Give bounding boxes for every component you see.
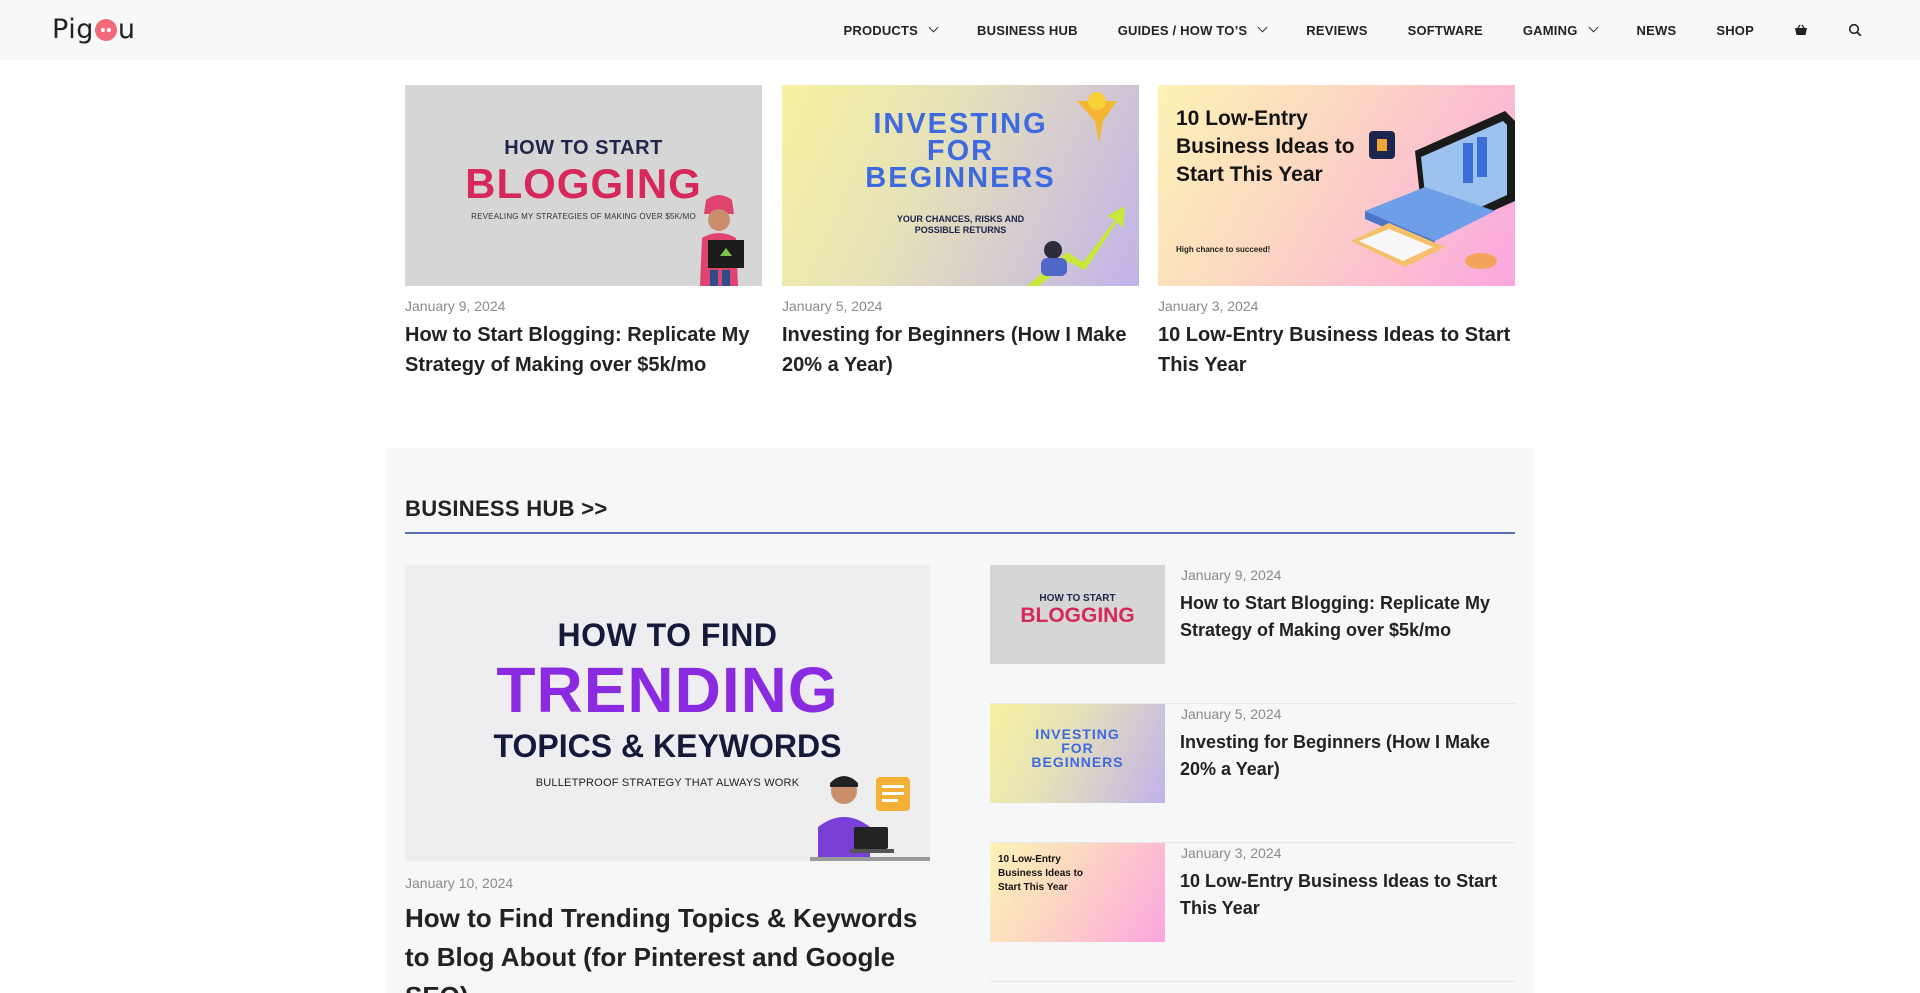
thumb-text: YOUR CHANCES, RISKS AND POSSIBLE RETURNS [896,214,1025,235]
thumb-text: BULLETPROOF STRATEGY THAT ALWAYS WORK [535,777,800,789]
nav-gaming-label: GAMING [1522,22,1578,38]
featured-post[interactable]: HOW TO FIND TRENDING TOPICS & KEYWORDS B… [405,565,930,993]
thumb-text: HOW TO START [1039,593,1116,604]
nav-gaming[interactable]: GAMING [1503,0,1617,60]
list-item[interactable]: INVESTING FOR BEGINNERS January 5, 2024 … [990,704,1515,843]
site-logo[interactable]: Pig u [52,12,135,46]
thumb-text: INVESTING FOR BEGINNERS [1031,725,1124,770]
nav-guides[interactable]: GUIDES / HOW TO’S [1098,0,1287,60]
post-card[interactable]: INVESTING FOR BEGINNERS YOUR CHANCES, RI… [782,85,1139,380]
section-heading-link[interactable]: BUSINESS HUB >> [405,496,608,522]
nav-reviews[interactable]: REVIEWS [1286,0,1387,60]
post-title-link[interactable]: 10 Low-Entry Business Ideas to Start Thi… [1180,868,1515,922]
post-list: HOW TO START BLOGGING January 9, 2024 Ho… [990,565,1515,982]
chevron-down-icon [928,22,939,32]
growth-arrow-illustration [1027,206,1125,286]
post-card[interactable]: 10 Low-Entry Business Ideas to Start Thi… [1158,85,1515,380]
logo-text-right: u [117,13,136,45]
thumb-text: INVESTING FOR BEGINNERS [865,108,1056,194]
section-divider [405,532,1515,534]
post-thumbnail[interactable]: HOW TO START BLOGGING REVEALING MY STRAT… [405,85,762,286]
post-thumbnail[interactable]: 10 Low-Entry Business Ideas to Start Thi… [1158,85,1515,286]
post-title-link[interactable]: How to Find Trending Topics & Keywords t… [405,899,930,993]
coin-tornado-illustration [1077,92,1117,143]
post-date: January 5, 2024 [1181,706,1282,722]
nav-products-label: PRODUCTS [843,22,919,38]
post-date: January 3, 2024 [1181,845,1282,861]
post-thumbnail[interactable]: HOW TO START BLOGGING [990,565,1165,664]
nav-shop[interactable]: SHOP [1696,0,1774,60]
post-title-link[interactable]: Investing for Beginners (How I Make 20% … [782,320,1139,380]
list-item[interactable]: 10 Low-Entry Business Ideas to Start Thi… [990,843,1515,982]
nav-business-hub-label: BUSINESS HUB [977,22,1078,38]
thumb-text: REVEALING MY STRATEGIES OF MAKING OVER $… [471,211,696,221]
thumb-text: TOPICS & KEYWORDS [493,728,842,764]
thumb-text: BLOGGING [465,159,702,207]
nav-news[interactable]: NEWS [1617,0,1697,60]
post-thumbnail[interactable]: 10 Low-Entry Business Ideas to Start Thi… [990,843,1165,942]
blogger-illustration [700,195,744,286]
thumb-text: 10 Low-Entry Business Ideas to Start Thi… [998,854,1084,893]
person-laptop-illustration [810,776,930,861]
search-icon[interactable] [1828,0,1882,60]
logo-text-left: Pig [52,13,94,45]
thumb-text: TRENDING [496,654,839,726]
post-title-link[interactable]: How to Start Blogging: Replicate My Stra… [405,320,762,380]
post-thumbnail[interactable]: INVESTING FOR BEGINNERS [990,704,1165,803]
chevron-down-icon [1588,22,1598,32]
chevron-down-icon [1257,22,1268,32]
post-date: January 9, 2024 [1181,567,1282,583]
post-title-link[interactable]: Investing for Beginners (How I Make 20% … [1180,729,1515,783]
main-nav: PRODUCTS BUSINESS HUB GUIDES / HOW TO’S … [823,0,1882,60]
nav-guides-label: GUIDES / HOW TO’S [1117,22,1248,38]
thumb-text: High chance to succeed! [1176,245,1271,254]
business-hub-section: BUSINESS HUB >> HOW TO FIND TRENDING TOP… [386,448,1534,993]
nav-shop-label: SHOP [1716,22,1754,38]
post-title-link[interactable]: 10 Low-Entry Business Ideas to Start Thi… [1158,320,1515,380]
nav-products[interactable]: PRODUCTS [823,0,957,60]
post-thumbnail[interactable]: INVESTING FOR BEGINNERS YOUR CHANCES, RI… [782,85,1139,286]
list-item[interactable]: HOW TO START BLOGGING January 9, 2024 Ho… [990,565,1515,704]
post-title-link[interactable]: How to Start Blogging: Replicate My Stra… [1180,590,1515,644]
post-date: January 9, 2024 [405,298,506,314]
thumb-text: HOW TO START [504,136,663,159]
post-card[interactable]: HOW TO START BLOGGING REVEALING MY STRAT… [405,85,762,380]
logo-pig-icon [94,19,117,41]
thumb-text: BLOGGING [1020,604,1135,627]
nav-news-label: NEWS [1636,22,1677,38]
nav-software-label: SOFTWARE [1407,22,1483,38]
site-header: Pig u PRODUCTS BUSINESS HUB GUIDES / HOW … [0,0,1920,60]
nav-reviews-label: REVIEWS [1306,22,1368,38]
basket-icon[interactable] [1774,0,1828,60]
featured-thumbnail[interactable]: HOW TO FIND TRENDING TOPICS & KEYWORDS B… [405,565,930,861]
post-date: January 5, 2024 [782,298,883,314]
nav-business-hub[interactable]: BUSINESS HUB [957,0,1098,60]
thumb-text: HOW TO FIND [557,617,778,653]
laptop-illustration [1351,111,1515,269]
post-date: January 3, 2024 [1158,298,1259,314]
post-date: January 10, 2024 [405,875,514,891]
nav-software[interactable]: SOFTWARE [1388,0,1503,60]
